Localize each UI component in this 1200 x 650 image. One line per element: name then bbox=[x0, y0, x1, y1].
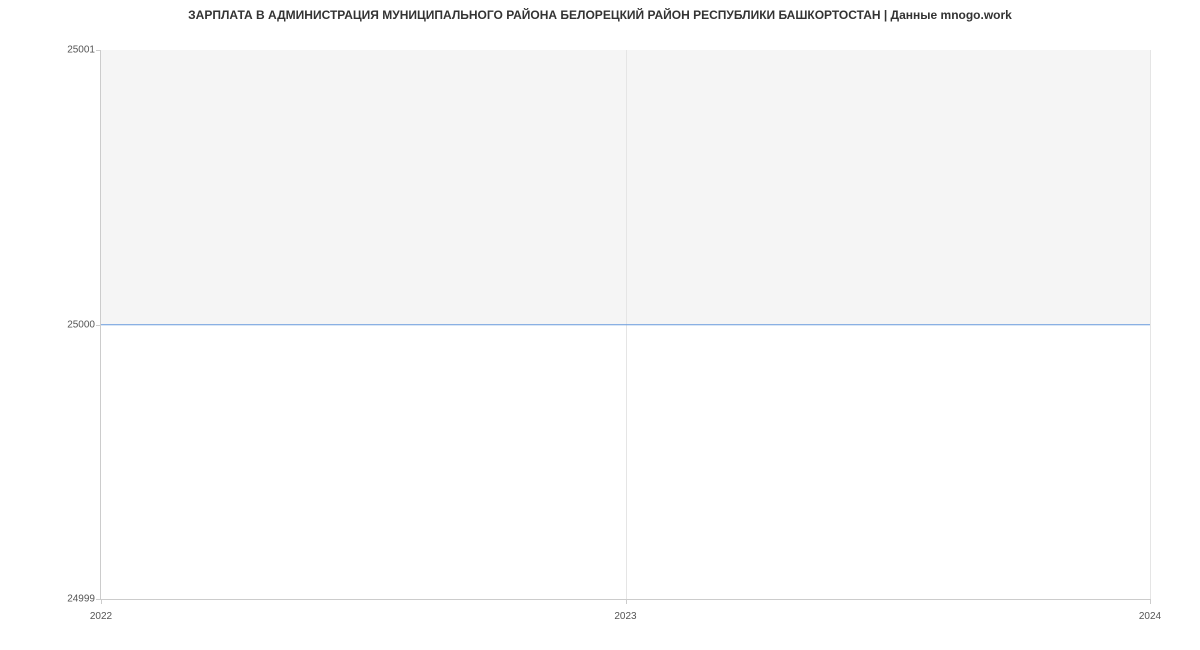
data-line bbox=[101, 324, 1150, 326]
x-tick-mark bbox=[1150, 599, 1151, 604]
x-tick-label: 2023 bbox=[614, 611, 636, 622]
x-tick-mark bbox=[101, 599, 102, 604]
y-tick-label: 25001 bbox=[67, 45, 95, 56]
chart-container: ЗАРПЛАТА В АДМИНИСТРАЦИЯ МУНИЦИПАЛЬНОГО … bbox=[0, 0, 1200, 650]
y-tick-mark bbox=[96, 50, 101, 51]
chart-title: ЗАРПЛАТА В АДМИНИСТРАЦИЯ МУНИЦИПАЛЬНОГО … bbox=[0, 0, 1200, 22]
x-tick-label: 2024 bbox=[1139, 611, 1161, 622]
plot-area: 25001 25000 24999 2022 2023 2024 bbox=[100, 50, 1150, 600]
gridline-vertical bbox=[1150, 50, 1151, 599]
y-tick-mark bbox=[96, 325, 101, 326]
y-tick-label: 25000 bbox=[67, 319, 95, 330]
x-tick-mark bbox=[626, 599, 627, 604]
y-tick-label: 24999 bbox=[67, 594, 95, 605]
x-tick-label: 2022 bbox=[90, 611, 112, 622]
